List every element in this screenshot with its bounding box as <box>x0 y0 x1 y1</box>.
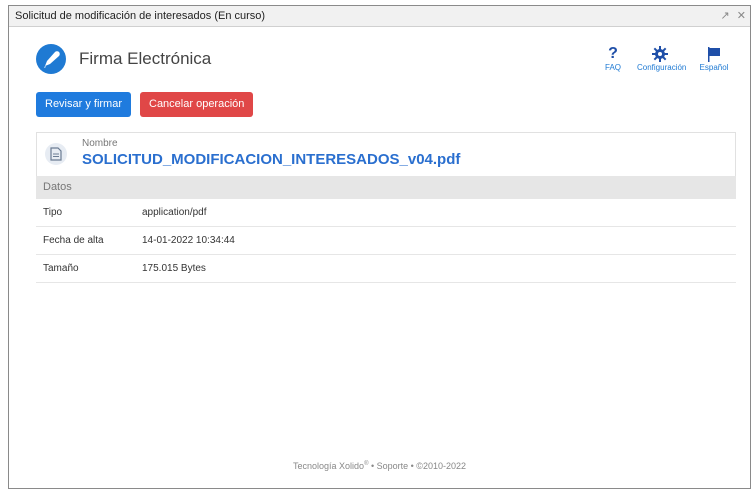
document-icon <box>45 143 67 165</box>
flag-icon <box>708 47 720 62</box>
file-name-link[interactable]: SOLICITUD_MODIFICACION_INTERESADOS_v04.p… <box>82 151 460 168</box>
file-info: Nombre SOLICITUD_MODIFICACION_INTERESADO… <box>36 132 736 176</box>
maximize-icon[interactable]: ↗ <box>721 10 730 22</box>
footer-text: • Soporte • ©2010-2022 <box>368 461 466 471</box>
settings-link[interactable]: Configuración <box>637 45 687 72</box>
detail-key: Tamaño <box>43 263 79 274</box>
detail-row: Fecha de alta 14-01-2022 10:34:44 <box>36 227 736 255</box>
detail-value: 14-01-2022 10:34:44 <box>142 235 235 246</box>
detail-row: Tamaño 175.015 Bytes <box>36 255 736 283</box>
window-title: Solicitud de modificación de interesados… <box>15 10 266 22</box>
faq-label: FAQ <box>605 63 622 72</box>
review-sign-button[interactable]: Revisar y firmar <box>36 92 132 117</box>
pen-logo-icon <box>36 44 66 74</box>
detail-row: Tipo application/pdf <box>36 199 736 227</box>
footer-brand-link[interactable]: Tecnología Xolido <box>293 461 364 471</box>
file-name-label: Nombre <box>82 138 118 149</box>
cancel-operation-button[interactable]: Cancelar operación <box>140 92 254 117</box>
section-datos-header: Datos <box>36 176 736 199</box>
settings-label: Configuración <box>637 63 687 72</box>
language-link[interactable]: Español <box>699 45 729 72</box>
detail-key: Fecha de alta <box>43 235 104 246</box>
app-header: Firma Electrónica ? FAQ Configuración Es… <box>9 27 750 79</box>
faq-link[interactable]: ? FAQ <box>605 45 621 72</box>
footer: Tecnología Xolido® • Soporte • ©2010-202… <box>9 461 750 471</box>
language-label: Español <box>699 63 729 72</box>
app-window: Solicitud de modificación de interesados… <box>8 5 751 489</box>
detail-value: application/pdf <box>142 207 207 218</box>
window-controls: ↗ ✕ <box>717 9 747 22</box>
gear-icon <box>652 46 668 62</box>
detail-value: 175.015 Bytes <box>142 263 206 274</box>
close-icon[interactable]: ✕ <box>737 10 746 22</box>
window-titlebar: Solicitud de modificación de interesados… <box>9 6 750 27</box>
detail-key: Tipo <box>43 207 63 218</box>
question-icon: ? <box>608 45 618 62</box>
app-title: Firma Electrónica <box>79 49 212 68</box>
